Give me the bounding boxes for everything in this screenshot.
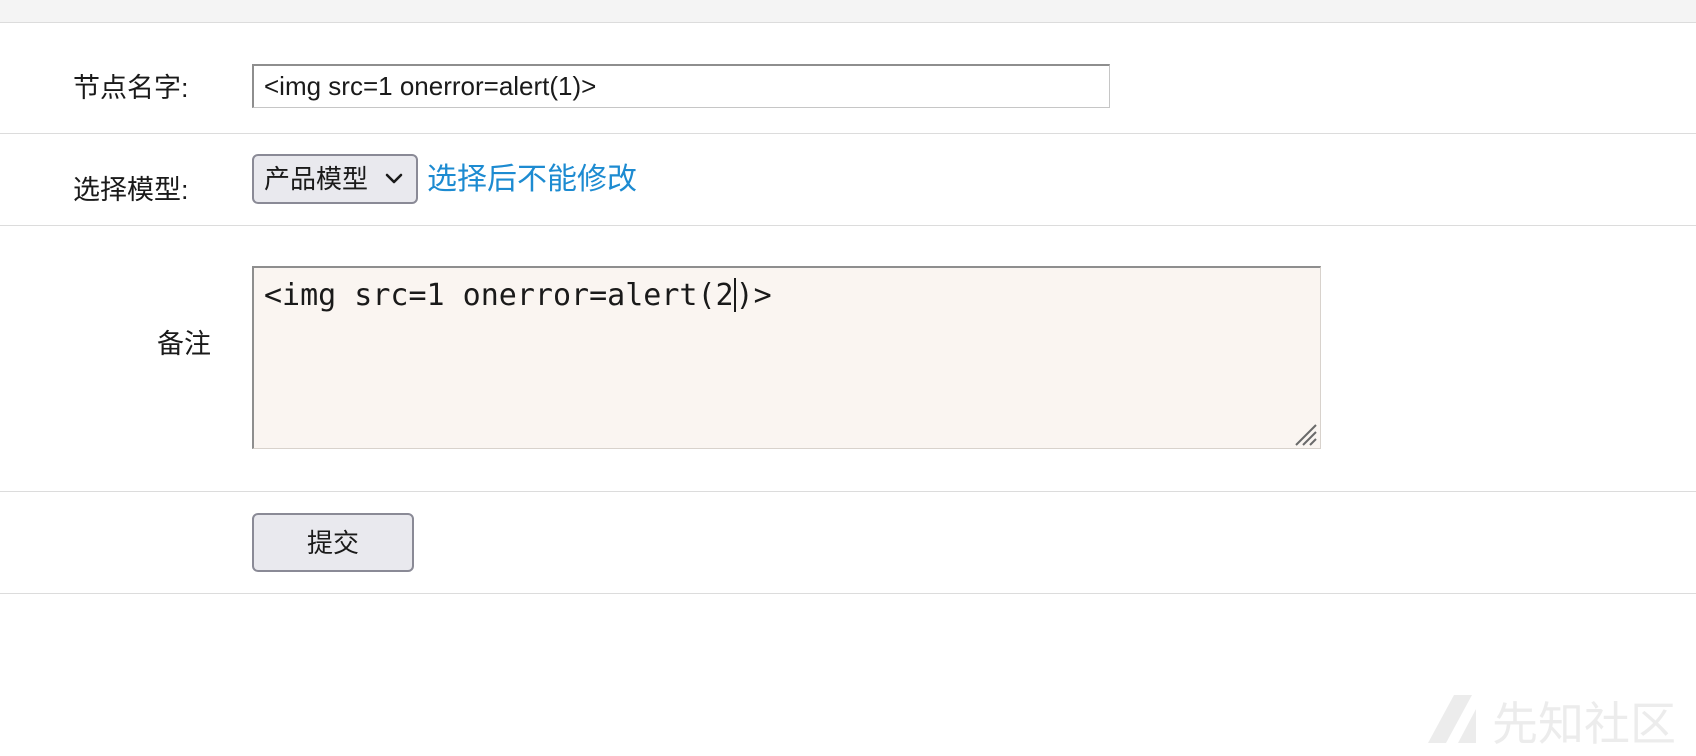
resize-grip-icon[interactable] — [1292, 420, 1318, 446]
note-text-before-caret: <img src=1 onerror=alert(2 — [264, 278, 734, 313]
submit-button[interactable]: 提交 — [252, 513, 414, 572]
note-label: 备注 — [157, 329, 211, 359]
model-label: 选择模型: — [73, 175, 189, 205]
xianzhi-logo-icon — [1424, 691, 1480, 752]
watermark-text: 先知社区 — [1492, 697, 1676, 751]
watermark: 先知社区 — [1424, 686, 1676, 756]
top-bar — [0, 0, 1696, 23]
form-row-note: 备注 <img src=1 onerror=alert(2)> — [0, 226, 1696, 492]
page: 节点名字: <img src=1 onerror=alert(1)> 选择模型:… — [0, 0, 1696, 756]
node-name-label: 节点名字: — [73, 73, 189, 103]
model-select-value: 产品模型 — [264, 164, 369, 194]
note-textarea[interactable]: <img src=1 onerror=alert(2)> — [252, 266, 1321, 449]
note-text-after-caret: )> — [735, 278, 772, 313]
chevron-down-icon — [384, 156, 404, 202]
form-row-submit: 提交 — [0, 492, 1696, 594]
node-name-input[interactable]: <img src=1 onerror=alert(1)> — [252, 64, 1110, 108]
model-hint-link[interactable]: 选择后不能修改 — [427, 163, 637, 197]
model-select[interactable]: 产品模型 — [252, 154, 418, 204]
form-row-model: 选择模型: 产品模型 选择后不能修改 — [0, 134, 1696, 226]
form-row-node-name: 节点名字: <img src=1 onerror=alert(1)> — [0, 23, 1696, 134]
